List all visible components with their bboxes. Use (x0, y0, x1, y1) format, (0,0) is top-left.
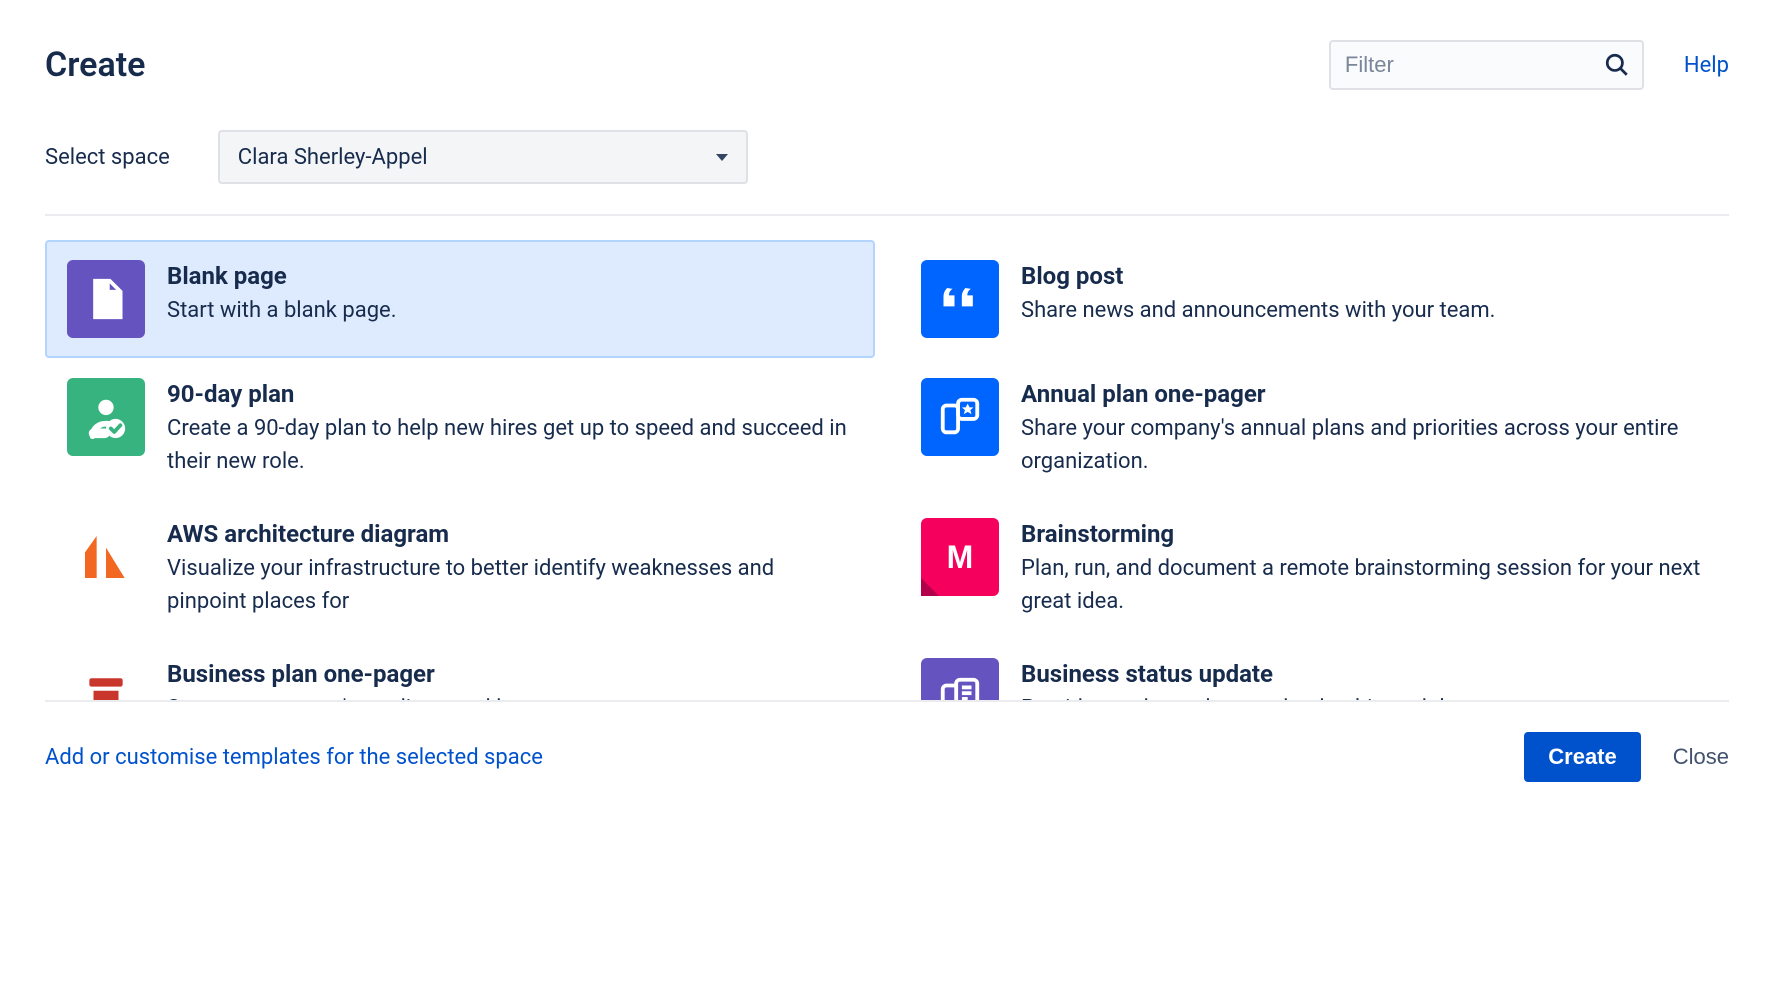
doc-icon (921, 658, 999, 700)
quote-icon (921, 260, 999, 338)
template-desc: Provide regular updates to leadership an… (1021, 692, 1707, 700)
close-button[interactable]: Close (1673, 744, 1729, 770)
dialog-header: Create Help (45, 40, 1729, 90)
template-title: Brainstorming (1021, 520, 1707, 548)
templates-grid: Blank page Start with a blank page. Blog… (45, 240, 1729, 700)
filter-input[interactable] (1329, 40, 1644, 90)
page-icon (67, 260, 145, 338)
template-desc: Start with a blank page. (167, 294, 853, 327)
chevron-down-icon (716, 154, 728, 161)
template-desc: Create a 90-day plan to help new hires g… (167, 412, 853, 478)
template-desc: Share news and announcements with your t… (1021, 294, 1707, 327)
bookmark-icon (67, 658, 145, 700)
template-text: Business plan one-pager Set your company… (167, 658, 853, 700)
template-business-status[interactable]: Business status update Provide regular u… (899, 638, 1729, 700)
template-title: Business status update (1021, 660, 1707, 688)
template-text: Blank page Start with a blank page. (167, 260, 853, 327)
template-aws-diagram[interactable]: AWS architecture diagram Visualize your … (45, 498, 875, 638)
help-link[interactable]: Help (1684, 53, 1729, 78)
lucid-icon (67, 518, 145, 596)
m-icon: M (921, 518, 999, 596)
template-brainstorming[interactable]: M Brainstorming Plan, run, and document … (899, 498, 1729, 638)
footer-buttons: Create Close (1524, 732, 1729, 782)
template-title: Business plan one-pager (167, 660, 853, 688)
template-text: Annual plan one-pager Share your company… (1021, 378, 1707, 478)
template-blog-post[interactable]: Blog post Share news and announcements w… (899, 240, 1729, 358)
template-desc: Share your company's annual plans and pr… (1021, 412, 1707, 478)
template-90-day-plan[interactable]: 90-day plan Create a 90-day plan to help… (45, 358, 875, 498)
template-title: 90-day plan (167, 380, 853, 408)
template-text: Business status update Provide regular u… (1021, 658, 1707, 700)
template-desc: Visualize your infrastructure to better … (167, 552, 853, 618)
template-title: Annual plan one-pager (1021, 380, 1707, 408)
template-annual-plan[interactable]: Annual plan one-pager Share your company… (899, 358, 1729, 498)
select-space-label: Select space (45, 145, 170, 170)
create-button[interactable]: Create (1524, 732, 1640, 782)
template-title: AWS architecture diagram (167, 520, 853, 548)
template-text: Brainstorming Plan, run, and document a … (1021, 518, 1707, 618)
customise-templates-link[interactable]: Add or customise templates for the selec… (45, 745, 543, 770)
select-space-row: Select space Clara Sherley-Appel (45, 130, 1729, 216)
template-business-plan[interactable]: Business plan one-pager Set your company… (45, 638, 875, 700)
filter-wrap (1329, 40, 1644, 90)
template-desc: Set your company's medium- and long-term (167, 692, 853, 700)
template-text: 90-day plan Create a 90-day plan to help… (167, 378, 853, 478)
space-select-value: Clara Sherley-Appel (238, 145, 716, 170)
dialog-footer: Add or customise templates for the selec… (45, 700, 1729, 782)
dialog-title: Create (45, 45, 145, 85)
template-title: Blog post (1021, 262, 1707, 290)
person-check-icon (67, 378, 145, 456)
star-box-icon (921, 378, 999, 456)
template-blank-page[interactable]: Blank page Start with a blank page. (45, 240, 875, 358)
space-select[interactable]: Clara Sherley-Appel (218, 130, 748, 184)
header-controls: Help (1329, 40, 1729, 90)
template-text: AWS architecture diagram Visualize your … (167, 518, 853, 618)
template-title: Blank page (167, 262, 853, 290)
template-text: Blog post Share news and announcements w… (1021, 260, 1707, 327)
template-desc: Plan, run, and document a remote brainst… (1021, 552, 1707, 618)
